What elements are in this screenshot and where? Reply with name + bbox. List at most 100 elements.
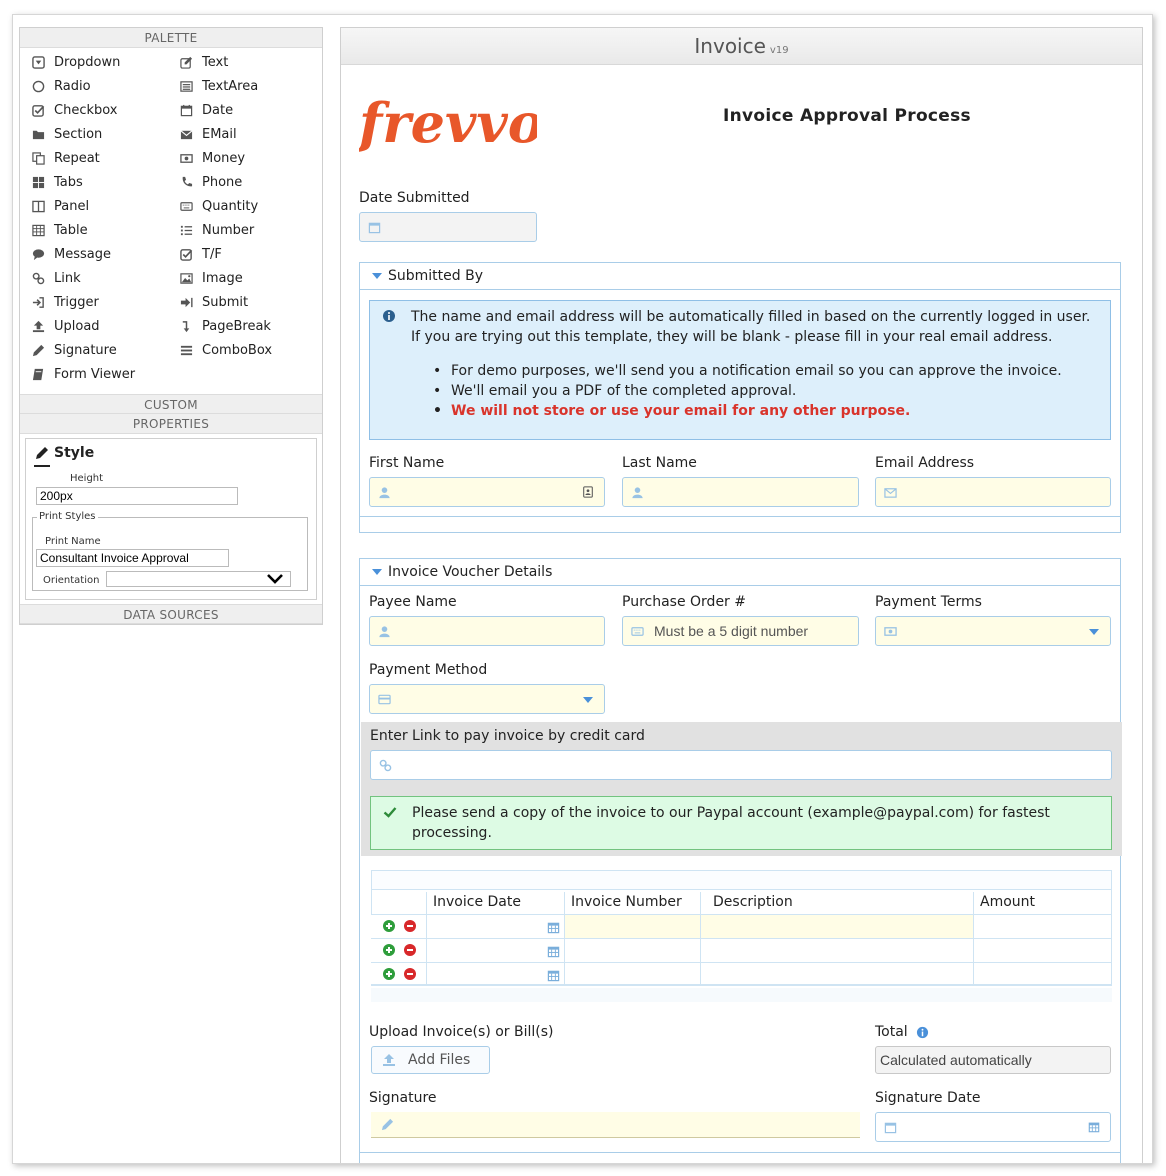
payment-link-input[interactable] bbox=[370, 750, 1112, 780]
invoice-date-cell[interactable] bbox=[426, 939, 564, 962]
payment-method-select[interactable] bbox=[369, 684, 605, 714]
phone-icon bbox=[178, 175, 194, 189]
caret-down-icon[interactable] bbox=[1088, 627, 1100, 639]
palette-item-link[interactable]: Link bbox=[30, 267, 81, 289]
caret-down-icon[interactable] bbox=[582, 695, 594, 707]
edit-icon bbox=[178, 55, 194, 69]
add-row-icon[interactable] bbox=[383, 920, 395, 932]
description-cell[interactable] bbox=[700, 939, 973, 962]
invoice-number-cell[interactable] bbox=[564, 939, 700, 962]
palette-item-money[interactable]: Money bbox=[178, 147, 245, 169]
palette-item-message[interactable]: Message bbox=[30, 243, 111, 265]
calendar-icon[interactable] bbox=[547, 967, 560, 986]
user-icon bbox=[378, 625, 391, 638]
palette-item-label: PageBreak bbox=[202, 318, 271, 334]
palette-item-repeat[interactable]: Repeat bbox=[30, 147, 100, 169]
data-sources-header[interactable]: DATA SOURCES bbox=[20, 604, 322, 624]
remove-row-icon[interactable] bbox=[404, 968, 416, 980]
palette-item-image[interactable]: Image bbox=[178, 267, 243, 289]
svg-text:frevvo: frevvo bbox=[359, 91, 537, 155]
add-row-icon[interactable] bbox=[383, 944, 395, 956]
user-icon bbox=[631, 486, 644, 499]
first-name-input[interactable] bbox=[369, 477, 605, 507]
palette-item-quantity[interactable]: Quantity bbox=[178, 195, 258, 217]
invoice-date-cell[interactable] bbox=[426, 963, 564, 986]
palette-item-panel[interactable]: Panel bbox=[30, 195, 89, 217]
first-name-label: First Name bbox=[369, 455, 445, 471]
amount-cell[interactable] bbox=[973, 963, 1112, 986]
calendar-icon[interactable] bbox=[547, 919, 560, 938]
pencil-icon bbox=[30, 343, 46, 357]
style-section-title[interactable]: Style bbox=[34, 445, 94, 467]
remove-row-icon[interactable] bbox=[404, 920, 416, 932]
invoice-voucher-header[interactable]: Invoice Voucher Details bbox=[360, 559, 1120, 586]
remove-row-icon[interactable] bbox=[404, 944, 416, 956]
palette-item-table[interactable]: Table bbox=[30, 219, 88, 241]
date-submitted-input[interactable] bbox=[359, 212, 537, 242]
custom-header[interactable]: CUSTOM bbox=[20, 394, 322, 414]
palette-item-label: Radio bbox=[54, 78, 91, 94]
info-bullet-list: For demo purposes, we'll send you a noti… bbox=[411, 361, 1062, 421]
palette-item-combobox[interactable]: ComboBox bbox=[178, 339, 272, 361]
palette-item-signature[interactable]: Signature bbox=[30, 339, 117, 361]
submitted-by-header[interactable]: Submitted By bbox=[360, 263, 1120, 290]
collapse-triangle-icon[interactable] bbox=[372, 569, 382, 575]
form-header: Invoice v19 bbox=[341, 28, 1142, 65]
palette-item-label: Date bbox=[202, 102, 234, 118]
description-cell[interactable] bbox=[700, 915, 973, 938]
palette-item-label: Link bbox=[54, 270, 81, 286]
sign-in-icon bbox=[30, 295, 46, 309]
payment-terms-select[interactable] bbox=[875, 616, 1111, 646]
info-message: The name and email address will be autom… bbox=[369, 300, 1111, 440]
chevron-down-icon bbox=[266, 572, 284, 586]
palette-item-text[interactable]: Text bbox=[178, 51, 228, 73]
palette-item-date[interactable]: Date bbox=[178, 99, 233, 121]
description-cell[interactable] bbox=[700, 963, 973, 986]
info-circle-icon[interactable] bbox=[916, 1026, 929, 1039]
palette-item-section[interactable]: Section bbox=[30, 123, 102, 145]
palette-item-trigger[interactable]: Trigger bbox=[30, 291, 99, 313]
invoice-number-cell[interactable] bbox=[564, 915, 700, 938]
calendar-picker-icon[interactable] bbox=[1088, 1121, 1100, 1133]
signature-date-input[interactable] bbox=[875, 1112, 1111, 1142]
collapse-triangle-icon[interactable] bbox=[372, 273, 382, 279]
invoice-date-cell[interactable] bbox=[426, 915, 564, 938]
email-address-input[interactable] bbox=[875, 477, 1111, 507]
palette-item-label: Section bbox=[54, 126, 103, 142]
add-row-icon[interactable] bbox=[383, 968, 395, 980]
last-name-input[interactable] bbox=[622, 477, 859, 507]
palette-item-email[interactable]: EMail bbox=[178, 123, 237, 145]
palette-item-phone[interactable]: Phone bbox=[178, 171, 242, 193]
col-header-description: Description bbox=[700, 892, 973, 914]
palette-item-submit[interactable]: Submit bbox=[178, 291, 248, 313]
purchase-order-placeholder: Must be a 5 digit number bbox=[654, 623, 809, 639]
signature-label: Signature bbox=[369, 1090, 437, 1106]
print-name-input[interactable]: Consultant Invoice Approval bbox=[36, 549, 229, 567]
money-icon bbox=[884, 625, 897, 638]
invoice-table: Invoice Date Invoice Number Description … bbox=[371, 870, 1112, 1002]
height-input[interactable]: 200px bbox=[36, 487, 238, 505]
palette-item-checkbox[interactable]: Checkbox bbox=[30, 99, 118, 121]
purchase-order-input[interactable]: Must be a 5 digit number bbox=[622, 616, 859, 646]
calendar-icon[interactable] bbox=[547, 943, 560, 962]
add-files-button[interactable]: Add Files bbox=[371, 1046, 490, 1074]
palette-item-tf[interactable]: T/F bbox=[178, 243, 222, 265]
payee-name-input[interactable] bbox=[369, 616, 605, 646]
palette-item-pagebreak[interactable]: PageBreak bbox=[178, 315, 271, 337]
palette-item-number[interactable]: Number bbox=[178, 219, 254, 241]
palette-item-form-viewer[interactable]: Form Viewer bbox=[30, 363, 135, 385]
palette-item-tabs[interactable]: Tabs bbox=[30, 171, 83, 193]
palette-item-dropdown[interactable]: Dropdown bbox=[30, 51, 120, 73]
amount-cell[interactable] bbox=[973, 939, 1112, 962]
palette-header[interactable]: PALETTE bbox=[20, 28, 322, 48]
contact-card-icon[interactable] bbox=[582, 486, 594, 498]
form-version: v19 bbox=[769, 45, 789, 56]
orientation-select[interactable] bbox=[106, 571, 291, 587]
amount-cell[interactable] bbox=[973, 915, 1112, 938]
palette-item-radio[interactable]: Radio bbox=[30, 75, 91, 97]
palette-item-upload[interactable]: Upload bbox=[30, 315, 100, 337]
signature-pad[interactable] bbox=[371, 1112, 860, 1138]
palette-item-textarea[interactable]: TextArea bbox=[178, 75, 258, 97]
properties-header[interactable]: PROPERTIES bbox=[20, 414, 322, 434]
invoice-number-cell[interactable] bbox=[564, 963, 700, 986]
